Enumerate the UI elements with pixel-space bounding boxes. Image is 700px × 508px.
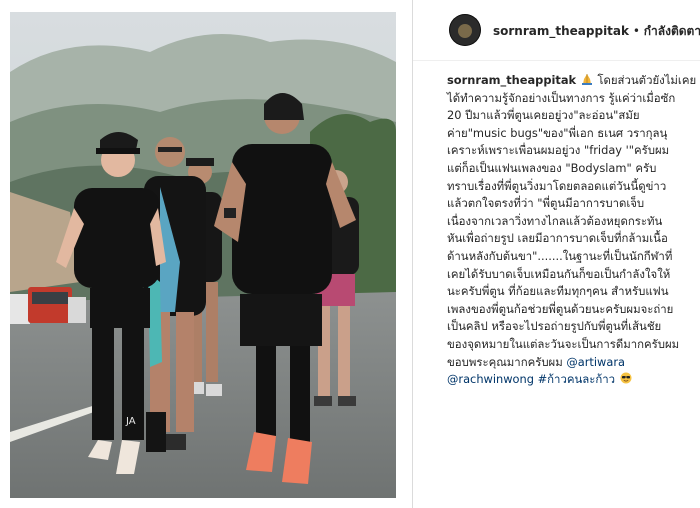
caption-line-16: ของจุดหมายในแต่ละวันจะเป็นการดีมากครับผม xyxy=(447,336,680,351)
caption-line-7: ทราบเรื่องที่พี่ตูนวิ่งมาโดยตลอดแต่วันนี… xyxy=(447,178,667,193)
mention-rachwinwong[interactable]: @rachwinwong xyxy=(447,372,534,386)
avatar-image xyxy=(458,24,472,38)
following-button[interactable]: กำลังติดตาม xyxy=(644,24,700,38)
mention-artiwara[interactable]: @artiwara xyxy=(566,355,625,369)
header-username[interactable]: sornram_theappitak xyxy=(493,24,629,38)
caption-line-4: ค่าย"music bugs"ของ"พี่เอก ธเนศ วรากุลนุ xyxy=(447,125,668,140)
caption-author[interactable]: sornram_theappitak xyxy=(447,73,576,87)
post-sidebar: sornram_theappitak • กำลังติดตาม sornram… xyxy=(413,0,700,508)
caption-line-18: @rachwinwong #ก้าวคนละก้าว xyxy=(447,371,691,389)
caption-line-15: เป็นคลิป หรือจะไปรอถ่ายรูปกับพี่ตูนที่เส… xyxy=(447,319,662,334)
caption-line-5: เคราะห์เพราะเพื่อนผมอยู่วง "friday '"ครั… xyxy=(447,143,670,158)
caption-line-12: เคยได้รับบาดเจ็บเหมือนกันก็ขอเป็นกำลังใจ… xyxy=(447,266,671,281)
caption-line-14: เพลงของพี่ตูนก้อช่วยพี่ตูนด้วยนะครับผมจะ… xyxy=(447,301,674,316)
photo-panel: JA xyxy=(0,0,410,508)
caption-line-1: sornram_theappitak โดยส่วนตัวยังไม่เคย xyxy=(447,72,696,90)
caption-text-17: ขอบพระคุณมากครับผม xyxy=(447,354,563,369)
post-header: sornram_theappitak • กำลังติดตาม xyxy=(413,0,700,61)
sunglasses-icon xyxy=(620,372,632,384)
hashtag-link[interactable]: #ก้าวคนละก้าว xyxy=(538,372,615,386)
caption-line-11: ด้านหลังกับต้นขา".......ในฐานะที่เป็นนัก… xyxy=(447,248,673,263)
post-caption: sornram_theappitak โดยส่วนตัวยังไม่เคย ไ… xyxy=(447,72,696,389)
caption-line-13: นะครับพี่ตูน ที่ก้อยและทีมทุกๆคน สำหรับแ… xyxy=(447,284,669,299)
header-text: sornram_theappitak • กำลังติดตาม xyxy=(493,22,700,41)
folded-hands-icon xyxy=(581,74,592,85)
runners-photo: JA xyxy=(10,12,396,498)
caption-line-10: หันเพื่อถ่ายรูป เลยมีอาการบาดเจ็บที่กล้า… xyxy=(447,231,668,246)
avatar[interactable] xyxy=(449,14,481,46)
caption-line-3: 20 ปีมาแล้วพี่ตูนเคยอยู่วง"ละอ่อน"สมัย xyxy=(447,108,640,123)
caption-text-1: โดยส่วนตัวยังไม่เคย xyxy=(597,73,697,87)
header-separator: • xyxy=(632,24,640,38)
caption-line-9: เนื่องจากเวลาวิ่งทางไกลแล้วต้องหยุดกระทั… xyxy=(447,213,663,228)
post-photo[interactable]: JA xyxy=(10,12,396,498)
caption-line-17: ขอบพระคุณมากครับผม @artiwara xyxy=(447,354,691,372)
leg-text: JA xyxy=(125,416,136,427)
caption-line-2: ได้ทำความรู้จักอย่างเป็นทางการ รู้แค่ว่า… xyxy=(447,90,676,105)
caption-line-8: แล้วตกใจตรงที่ว่า "พี่ตูนมีอาการบาดเจ็บ xyxy=(447,196,645,211)
caption-line-6: แต่ก็อเป็นแฟนเพลงของ "Bodyslam" ครับ xyxy=(447,160,657,175)
